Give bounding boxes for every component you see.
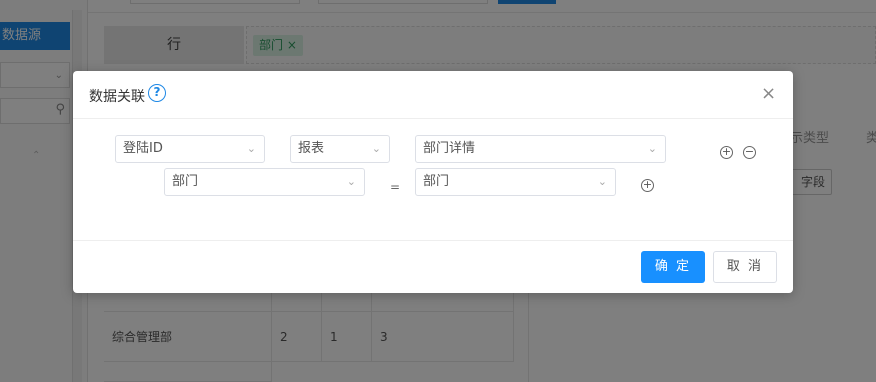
target-field-value: 部门 (423, 174, 450, 189)
left-field-select[interactable]: 登陆ID ⌄ (115, 135, 265, 163)
target-field-select[interactable]: 部门 ⌄ (415, 168, 616, 196)
chevron-down-icon: ⌄ (246, 142, 256, 155)
dialog-header: 数据关联 ? × (73, 71, 793, 119)
target-report-select[interactable]: 部门详情 ⌄ (415, 135, 666, 163)
equals-operator: = (390, 180, 401, 194)
remove-relation-icon[interactable]: − (743, 146, 756, 159)
cancel-button[interactable]: 取 消 (713, 251, 777, 283)
add-condition-icon[interactable]: + (641, 179, 654, 192)
chevron-down-icon: ⌄ (371, 142, 381, 155)
source-field-value: 部门 (172, 174, 199, 189)
confirm-button[interactable]: 确 定 (641, 251, 705, 283)
chevron-down-icon: ⌄ (647, 142, 657, 155)
data-relation-dialog: 数据关联 ? × 登陆ID ⌄ 报表 ⌄ 部门详情 ⌄ + − 部门 ⌄ = 部… (73, 71, 793, 293)
close-icon[interactable]: × (761, 85, 776, 103)
dialog-title: 数据关联 (89, 89, 145, 105)
left-field-value: 登陆ID (123, 141, 163, 156)
report-type-select[interactable]: 报表 ⌄ (290, 135, 390, 163)
chevron-down-icon: ⌄ (346, 175, 356, 188)
report-type-value: 报表 (298, 141, 325, 156)
dialog-footer-divider (73, 240, 793, 241)
source-field-select[interactable]: 部门 ⌄ (164, 168, 365, 196)
add-relation-icon[interactable]: + (720, 146, 733, 159)
help-icon[interactable]: ? (148, 84, 166, 102)
chevron-down-icon: ⌄ (597, 175, 607, 188)
target-report-value: 部门详情 (423, 141, 476, 156)
